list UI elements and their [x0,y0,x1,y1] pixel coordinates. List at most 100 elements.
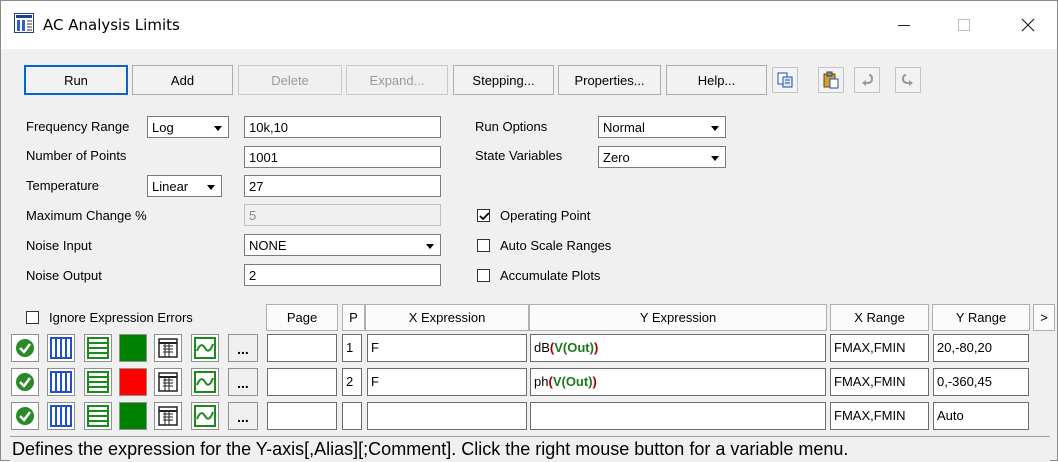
chevron-down-icon [426,244,434,249]
number-of-points-field[interactable]: 1001 [244,146,441,168]
x-expression-cell[interactable] [367,402,527,430]
frequency-range-label: Frequency Range [26,119,130,134]
y-expression-cell[interactable]: ph(V(Out)) [530,368,826,396]
maximum-change-label: Maximum Change % [26,208,147,223]
run-options-label: Run Options [475,119,548,134]
plot-number-cell[interactable]: 2 [342,368,362,396]
copy-button[interactable] [772,67,798,93]
noise-input-select[interactable]: NONE [244,234,441,256]
help-button[interactable]: Help... [666,65,767,95]
waveform-toggle[interactable] [191,334,219,362]
operating-point-checkbox[interactable] [477,209,490,222]
column-header-x-range[interactable]: X Range [830,304,929,331]
column-header-x-expression[interactable]: X Expression [365,304,529,331]
waveform-icon [194,405,216,427]
ignore-expression-errors-label: Ignore Expression Errors [49,310,193,325]
maximum-change-field[interactable]: 5 [244,204,441,226]
column-header-y-expression[interactable]: Y Expression [529,304,827,331]
accumulate-plots-checkbox[interactable] [477,269,490,282]
enable-toggle[interactable] [11,402,39,430]
y-log-toggle[interactable] [84,334,112,362]
auto-scale-ranges-checkbox[interactable] [477,239,490,252]
plot-number-cell[interactable]: 1 [342,334,362,362]
frequency-range-mode-select[interactable]: Log [147,116,229,138]
window-title: AC Analysis Limits [43,16,180,34]
temperature-mode-value: Linear [152,179,189,194]
maximize-icon [958,19,970,31]
minimize-icon [898,24,910,26]
chevron-down-icon [214,126,222,131]
vertical-grid-icon [50,337,72,359]
horizontal-grid-icon [87,371,109,393]
color-swatch[interactable] [119,368,147,396]
scroll-columns-right-button[interactable]: > [1033,304,1055,331]
properties-button[interactable]: Properties... [558,65,661,95]
page-cell[interactable] [267,334,337,362]
format-table-toggle[interactable] [154,368,182,396]
plot-number-cell[interactable] [342,402,362,430]
y-expression-argument: V(Out) [552,374,593,389]
x-expression-cell[interactable]: F [367,334,527,362]
enable-toggle[interactable] [11,334,39,362]
ignore-expression-errors-checkbox[interactable] [26,311,39,324]
vertical-grid-icon [50,371,72,393]
y-log-toggle[interactable] [84,368,112,396]
close-paren: ) [592,374,597,389]
run-options-value: Normal [603,120,645,135]
x-log-toggle[interactable] [47,334,75,362]
chevron-down-icon [711,126,719,131]
page-cell[interactable] [267,368,337,396]
format-table-toggle[interactable] [154,402,182,430]
y-expression-cell[interactable]: dB(V(Out)) [530,334,826,362]
row-options-button[interactable]: ... [228,334,258,362]
maximize-button[interactable] [949,13,979,37]
run-options-select[interactable]: Normal [598,116,726,138]
enabled-check-icon [16,407,34,425]
waveform-toggle[interactable] [191,368,219,396]
noise-output-field[interactable]: 2 [244,264,441,286]
column-header-p[interactable]: P [342,304,365,331]
row-options-button[interactable]: ... [228,368,258,396]
state-variables-label: State Variables [475,148,563,163]
redo-button[interactable] [895,67,921,93]
x-range-cell[interactable]: FMAX,FMIN [830,334,929,362]
x-log-toggle[interactable] [47,368,75,396]
stepping-button[interactable]: Stepping... [453,65,554,95]
enable-toggle[interactable] [11,368,39,396]
column-header-page[interactable]: Page [266,304,338,331]
x-range-cell[interactable]: FMAX,FMIN [830,368,929,396]
y-range-cell[interactable]: 0,-360,45 [933,368,1029,396]
temperature-field[interactable]: 27 [244,175,441,197]
y-range-cell[interactable]: 20,-80,20 [933,334,1029,362]
expand-button[interactable]: Expand... [346,65,448,95]
y-log-toggle[interactable] [84,402,112,430]
app-icon [14,13,34,33]
row-options-button[interactable]: ... [228,402,258,430]
undo-button[interactable] [854,67,880,93]
paste-button[interactable] [818,67,844,93]
x-log-toggle[interactable] [47,402,75,430]
column-header-y-range[interactable]: Y Range [932,304,1030,331]
vertical-grid-icon [50,405,72,427]
horizontal-grid-icon [87,405,109,427]
color-swatch[interactable] [119,402,147,430]
minimize-button[interactable] [889,13,919,37]
x-range-cell[interactable]: FMAX,FMIN [830,402,929,430]
state-variables-select[interactable]: Zero [598,146,726,168]
delete-button[interactable]: Delete [238,65,342,95]
x-expression-cell[interactable]: F [367,368,527,396]
run-button[interactable]: Run [24,65,128,95]
y-expression-cell[interactable] [530,402,826,430]
y-expression-function: dB [534,340,550,355]
temperature-mode-select[interactable]: Linear [147,175,222,197]
frequency-range-field[interactable]: 10k,10 [244,116,441,138]
add-button[interactable]: Add [132,65,233,95]
waveform-icon [194,337,216,359]
waveform-toggle[interactable] [191,402,219,430]
y-range-cell[interactable]: Auto [933,402,1029,430]
format-table-toggle[interactable] [154,334,182,362]
auto-scale-ranges-label: Auto Scale Ranges [500,238,612,253]
page-cell[interactable] [267,402,337,430]
close-button[interactable] [1013,13,1043,37]
color-swatch[interactable] [119,334,147,362]
